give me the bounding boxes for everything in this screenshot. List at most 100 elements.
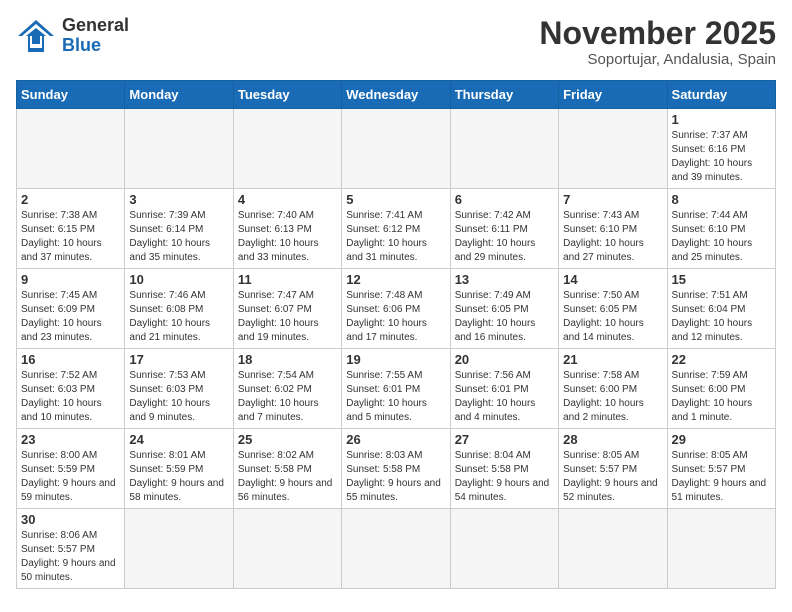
- location-title: Soportujar, Andalusia, Spain: [539, 51, 776, 68]
- day-info: Sunrise: 7:48 AM Sunset: 6:06 PM Dayligh…: [346, 289, 445, 345]
- day-info: Sunrise: 8:00 AM Sunset: 5:59 PM Dayligh…: [21, 449, 120, 505]
- calendar-cell: [450, 109, 558, 189]
- calendar-cell: 26Sunrise: 8:03 AM Sunset: 5:58 PM Dayli…: [342, 429, 450, 509]
- calendar-cell: 15 Sunrise: 7:51 AM Sunset: 6:04 PM Dayli…: [667, 269, 775, 349]
- day-info: Sunrise: 8:02 AM Sunset: 5:58 PM Dayligh…: [238, 449, 337, 505]
- day-info: Sunrise: 8:06 AM Sunset: 5:57 PM Dayligh…: [21, 529, 120, 585]
- calendar-cell: 7 Sunrise: 7:43 AM Sunset: 6:10 PM Daylig…: [559, 189, 667, 269]
- calendar-cell: 10 Sunrise: 7:46 AM Sunset: 6:08 PM Dayli…: [125, 269, 233, 349]
- month-title: November 2025: [539, 16, 776, 51]
- weekday-header-row: SundayMondayTuesdayWednesdayThursdayFrid…: [17, 81, 776, 109]
- calendar-cell: [342, 109, 450, 189]
- calendar-cell: 2 Sunrise: 7:38 AM Sunset: 6:15 PM Daylig…: [17, 189, 125, 269]
- day-number: 26: [346, 432, 445, 447]
- day-number: 23: [21, 432, 120, 447]
- calendar-cell: 17 Sunrise: 7:53 AM Sunset: 6:03 PM Dayli…: [125, 349, 233, 429]
- day-number: 11: [238, 272, 337, 287]
- day-info: Sunrise: 8:05 AM Sunset: 5:57 PM Dayligh…: [672, 449, 771, 505]
- weekday-header-monday: Monday: [125, 81, 233, 109]
- day-info: Sunrise: 8:05 AM Sunset: 5:57 PM Dayligh…: [563, 449, 662, 505]
- day-number: 10: [129, 272, 228, 287]
- day-info: Sunrise: 7:45 AM Sunset: 6:09 PM Dayligh…: [21, 289, 120, 345]
- calendar-cell: [559, 509, 667, 589]
- calendar-cell: 21Sunrise: 7:58 AM Sunset: 6:00 PM Dayli…: [559, 349, 667, 429]
- day-number: 14: [563, 272, 662, 287]
- day-info: Sunrise: 8:04 AM Sunset: 5:58 PM Dayligh…: [455, 449, 554, 505]
- weekday-header-tuesday: Tuesday: [233, 81, 341, 109]
- day-number: 22: [672, 352, 771, 367]
- calendar-cell: [667, 509, 775, 589]
- day-number: 25: [238, 432, 337, 447]
- day-number: 7: [563, 192, 662, 207]
- logo-icon: [16, 18, 56, 54]
- calendar-cell: 14Sunrise: 7:50 AM Sunset: 6:05 PM Dayli…: [559, 269, 667, 349]
- weekday-header-thursday: Thursday: [450, 81, 558, 109]
- day-info: Sunrise: 7:46 AM Sunset: 6:08 PM Dayligh…: [129, 289, 228, 345]
- day-info: Sunrise: 8:01 AM Sunset: 5:59 PM Dayligh…: [129, 449, 228, 505]
- day-number: 27: [455, 432, 554, 447]
- day-number: 28: [563, 432, 662, 447]
- day-info: Sunrise: 7:38 AM Sunset: 6:15 PM Dayligh…: [21, 209, 120, 265]
- calendar-cell: 3 Sunrise: 7:39 AM Sunset: 6:14 PM Daylig…: [125, 189, 233, 269]
- calendar-cell: [125, 509, 233, 589]
- day-info: Sunrise: 7:59 AM Sunset: 6:00 PM Dayligh…: [672, 369, 771, 425]
- day-number: 19: [346, 352, 445, 367]
- calendar-week-row: 30 Sunrise: 8:06 AM Sunset: 5:57 PM Dayli…: [17, 509, 776, 589]
- calendar-cell: [559, 109, 667, 189]
- calendar-cell: 20Sunrise: 7:56 AM Sunset: 6:01 PM Dayli…: [450, 349, 558, 429]
- page-header: General Blue November 2025 Soportujar, A…: [16, 16, 776, 68]
- day-info: Sunrise: 7:49 AM Sunset: 6:05 PM Dayligh…: [455, 289, 554, 345]
- day-number: 16: [21, 352, 120, 367]
- calendar-cell: 24 Sunrise: 8:01 AM Sunset: 5:59 PM Dayli…: [125, 429, 233, 509]
- day-number: 6: [455, 192, 554, 207]
- calendar-cell: 30 Sunrise: 8:06 AM Sunset: 5:57 PM Dayli…: [17, 509, 125, 589]
- day-number: 1: [672, 112, 771, 127]
- day-info: Sunrise: 7:55 AM Sunset: 6:01 PM Dayligh…: [346, 369, 445, 425]
- calendar-cell: 6 Sunrise: 7:42 AM Sunset: 6:11 PM Daylig…: [450, 189, 558, 269]
- day-number: 3: [129, 192, 228, 207]
- day-number: 17: [129, 352, 228, 367]
- weekday-header-saturday: Saturday: [667, 81, 775, 109]
- day-number: 15: [672, 272, 771, 287]
- calendar-week-row: 23 Sunrise: 8:00 AM Sunset: 5:59 PM Dayli…: [17, 429, 776, 509]
- weekday-header-friday: Friday: [559, 81, 667, 109]
- calendar-table: SundayMondayTuesdayWednesdayThursdayFrid…: [16, 80, 776, 589]
- calendar-week-row: 9Sunrise: 7:45 AM Sunset: 6:09 PM Daylig…: [17, 269, 776, 349]
- weekday-header-sunday: Sunday: [17, 81, 125, 109]
- day-info: Sunrise: 7:43 AM Sunset: 6:10 PM Dayligh…: [563, 209, 662, 265]
- calendar-cell: [450, 509, 558, 589]
- calendar-cell: 1Sunrise: 7:37 AM Sunset: 6:16 PM Daylig…: [667, 109, 775, 189]
- day-info: Sunrise: 7:39 AM Sunset: 6:14 PM Dayligh…: [129, 209, 228, 265]
- logo-text: General Blue: [62, 16, 129, 56]
- calendar-cell: [17, 109, 125, 189]
- title-area: November 2025 Soportujar, Andalusia, Spa…: [539, 16, 776, 68]
- calendar-cell: 19 Sunrise: 7:55 AM Sunset: 6:01 PM Dayli…: [342, 349, 450, 429]
- day-number: 2: [21, 192, 120, 207]
- day-info: Sunrise: 7:52 AM Sunset: 6:03 PM Dayligh…: [21, 369, 120, 425]
- day-info: Sunrise: 7:40 AM Sunset: 6:13 PM Dayligh…: [238, 209, 337, 265]
- calendar-cell: 27 Sunrise: 8:04 AM Sunset: 5:58 PM Dayli…: [450, 429, 558, 509]
- calendar-cell: [233, 509, 341, 589]
- day-number: 29: [672, 432, 771, 447]
- day-number: 20: [455, 352, 554, 367]
- calendar-cell: 8Sunrise: 7:44 AM Sunset: 6:10 PM Daylig…: [667, 189, 775, 269]
- day-number: 13: [455, 272, 554, 287]
- calendar-cell: 11Sunrise: 7:47 AM Sunset: 6:07 PM Dayli…: [233, 269, 341, 349]
- day-info: Sunrise: 7:53 AM Sunset: 6:03 PM Dayligh…: [129, 369, 228, 425]
- calendar-cell: 25 Sunrise: 8:02 AM Sunset: 5:58 PM Dayli…: [233, 429, 341, 509]
- calendar-cell: 18Sunrise: 7:54 AM Sunset: 6:02 PM Dayli…: [233, 349, 341, 429]
- calendar-cell: 13 Sunrise: 7:49 AM Sunset: 6:05 PM Dayli…: [450, 269, 558, 349]
- day-info: Sunrise: 7:42 AM Sunset: 6:11 PM Dayligh…: [455, 209, 554, 265]
- day-info: Sunrise: 7:51 AM Sunset: 6:04 PM Dayligh…: [672, 289, 771, 345]
- day-number: 24: [129, 432, 228, 447]
- day-number: 30: [21, 512, 120, 527]
- calendar-cell: [233, 109, 341, 189]
- calendar-week-row: 16 Sunrise: 7:52 AM Sunset: 6:03 PM Dayli…: [17, 349, 776, 429]
- calendar-cell: 16 Sunrise: 7:52 AM Sunset: 6:03 PM Dayli…: [17, 349, 125, 429]
- calendar-cell: [125, 109, 233, 189]
- weekday-header-wednesday: Wednesday: [342, 81, 450, 109]
- calendar-cell: 28 Sunrise: 8:05 AM Sunset: 5:57 PM Dayli…: [559, 429, 667, 509]
- day-number: 4: [238, 192, 337, 207]
- day-info: Sunrise: 7:44 AM Sunset: 6:10 PM Dayligh…: [672, 209, 771, 265]
- calendar-cell: 9Sunrise: 7:45 AM Sunset: 6:09 PM Daylig…: [17, 269, 125, 349]
